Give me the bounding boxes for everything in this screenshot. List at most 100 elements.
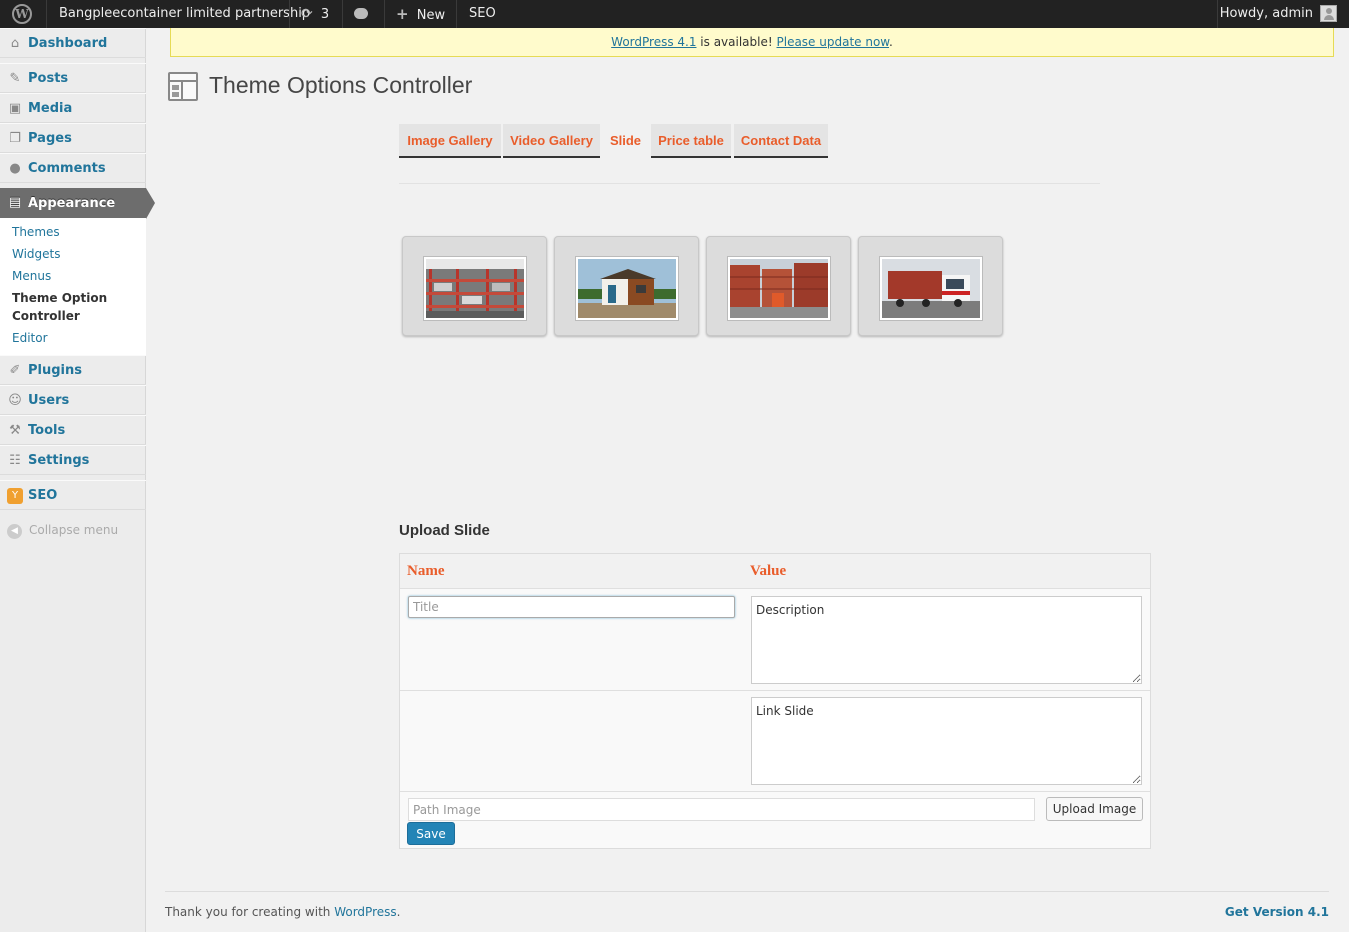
updates-button[interactable]: ⟳ 3 (301, 0, 329, 28)
sidebar-item-label: Plugins (28, 363, 82, 378)
tab-slide[interactable]: Slide (602, 124, 649, 158)
footer-thanks: Thank you for creating with WordPress. (165, 905, 400, 919)
tab-contact-data[interactable]: Contact Data (734, 124, 828, 158)
slide-thumbnail[interactable] (858, 236, 1003, 336)
slide-thumbnail[interactable] (706, 236, 851, 336)
refresh-icon: ⟳ (301, 6, 313, 22)
seo-menu[interactable]: SEO (469, 0, 496, 28)
submenu-label-line2: Controller (12, 309, 80, 323)
sidebar-item-tools[interactable]: ⚒ Tools (0, 415, 146, 445)
appearance-icon: ▤ (8, 195, 22, 210)
tab-video-gallery[interactable]: Video Gallery (503, 124, 600, 158)
sidebar-item-label: Dashboard (28, 36, 108, 51)
description-textarea[interactable]: Description (751, 596, 1142, 684)
sidebar-item-label: Settings (28, 453, 90, 468)
users-icon: ☺ (8, 393, 22, 408)
wordpress-link[interactable]: WordPress (334, 905, 396, 919)
sidebar-item-label: SEO (28, 488, 58, 503)
wordpress-version-link[interactable]: WordPress 4.1 (611, 35, 696, 49)
sidebar-item-seo[interactable]: Y SEO (0, 480, 146, 510)
row-divider (400, 791, 1150, 792)
sidebar-item-settings[interactable]: ☷ Settings (0, 445, 146, 475)
upload-image-button[interactable]: Upload Image (1046, 797, 1143, 821)
sidebar-item-label: Posts (28, 71, 69, 86)
column-header-name: Name (407, 563, 445, 579)
footer-thanks-period: . (396, 905, 401, 919)
get-version-link[interactable]: Get Version 4.1 (1225, 905, 1329, 919)
title-input[interactable] (408, 596, 735, 618)
appearance-submenu: Themes Widgets Menus Theme Option Contro… (0, 218, 146, 355)
sidebar-item-appearance[interactable]: ▤ Appearance (0, 188, 155, 219)
updates-count: 3 (320, 7, 330, 22)
sidebar-item-users[interactable]: ☺ Users (0, 385, 146, 415)
slide-image-container-truck (879, 256, 983, 321)
submenu-theme-option-controller[interactable]: Theme Option Controller (12, 289, 107, 325)
tab-price-table[interactable]: Price table (651, 124, 731, 158)
column-header-value: Value (750, 563, 787, 579)
sidebar-item-label: Media (28, 101, 73, 116)
wordpress-logo-icon[interactable]: W (0, 0, 46, 28)
sidebar-item-dashboard[interactable]: ⌂ Dashboard (0, 28, 146, 58)
submenu-menus[interactable]: Menus (12, 267, 51, 285)
plus-icon: + (396, 5, 409, 23)
collapse-label: Collapse menu (29, 523, 119, 537)
theme-options-icon (168, 72, 198, 101)
dashboard-icon: ⌂ (10, 36, 20, 51)
slide-thumbnail[interactable] (402, 236, 547, 336)
form-header: Name Value (400, 554, 1150, 589)
sidebar-item-comments[interactable]: ● Comments (0, 153, 146, 183)
collapse-arrow-icon: ◀ (7, 524, 22, 539)
sidebar-item-label: Appearance (28, 196, 116, 211)
new-content-button[interactable]: + New (396, 0, 445, 28)
sidebar-item-label: Users (28, 393, 70, 408)
sidebar-item-media[interactable]: ▣ Media (0, 93, 146, 123)
slide-thumbnail[interactable] (554, 236, 699, 336)
update-now-link[interactable]: Please update now (777, 35, 890, 49)
update-notice: WordPress 4.1 is available! Please updat… (170, 28, 1334, 57)
divider (289, 0, 290, 28)
divider (456, 0, 457, 28)
divider (384, 0, 385, 28)
tab-divider (399, 183, 1100, 184)
comments-button[interactable] (354, 0, 368, 28)
path-image-input[interactable] (408, 798, 1035, 821)
admin-sidebar: ⌂ Dashboard ✎ Posts ▣ Media ❐ Pages ● Co… (0, 28, 155, 932)
divider (342, 0, 343, 28)
divider (1217, 0, 1218, 28)
slide-image-container-yard (727, 256, 831, 321)
sidebar-item-pages[interactable]: ❐ Pages (0, 123, 146, 153)
seo-icon: Y (7, 488, 23, 504)
sidebar-item-label: Tools (28, 423, 66, 438)
media-icon: ▣ (8, 101, 22, 116)
sidebar-item-label: Comments (28, 161, 106, 176)
sidebar-item-plugins[interactable]: ✐ Plugins (0, 355, 146, 385)
pushpin-icon: ✎ (9, 71, 21, 86)
collapse-menu-button[interactable]: ◀ Collapse menu (0, 520, 146, 544)
update-notice-text: is available! (696, 35, 777, 49)
new-label: New (416, 8, 446, 23)
tools-icon: ⚒ (9, 423, 21, 438)
upload-slide-heading: Upload Slide (399, 522, 490, 539)
divider (46, 0, 47, 28)
submenu-editor[interactable]: Editor (12, 329, 48, 347)
footer-divider (165, 891, 1329, 892)
comment-icon: ● (9, 161, 21, 176)
save-button[interactable]: Save (407, 822, 455, 845)
site-name-link[interactable]: Bangpleecontainer limited partnership (59, 0, 310, 28)
row-divider (400, 690, 1150, 691)
slide-image-warehouse-racks (423, 256, 527, 321)
tab-image-gallery[interactable]: Image Gallery (399, 124, 501, 158)
admin-bar: W Bangpleecontainer limited partnership … (0, 0, 1349, 28)
sidebar-item-posts[interactable]: ✎ Posts (0, 63, 146, 93)
upload-slide-form: Name Value Description Link Slide Upload… (399, 553, 1151, 849)
submenu-themes[interactable]: Themes (12, 223, 60, 241)
submenu-label-line1: Theme Option (12, 291, 108, 305)
avatar[interactable] (1320, 5, 1337, 22)
account-menu[interactable]: Howdy, admin (1220, 0, 1313, 28)
settings-icon: ☷ (9, 453, 21, 468)
submenu-widgets[interactable]: Widgets (12, 245, 61, 263)
footer-thanks-text: Thank you for creating with (165, 905, 335, 919)
slide-image-container-house (575, 256, 679, 321)
page-title: Theme Options Controller (209, 72, 473, 98)
link-slide-textarea[interactable]: Link Slide (751, 697, 1142, 785)
